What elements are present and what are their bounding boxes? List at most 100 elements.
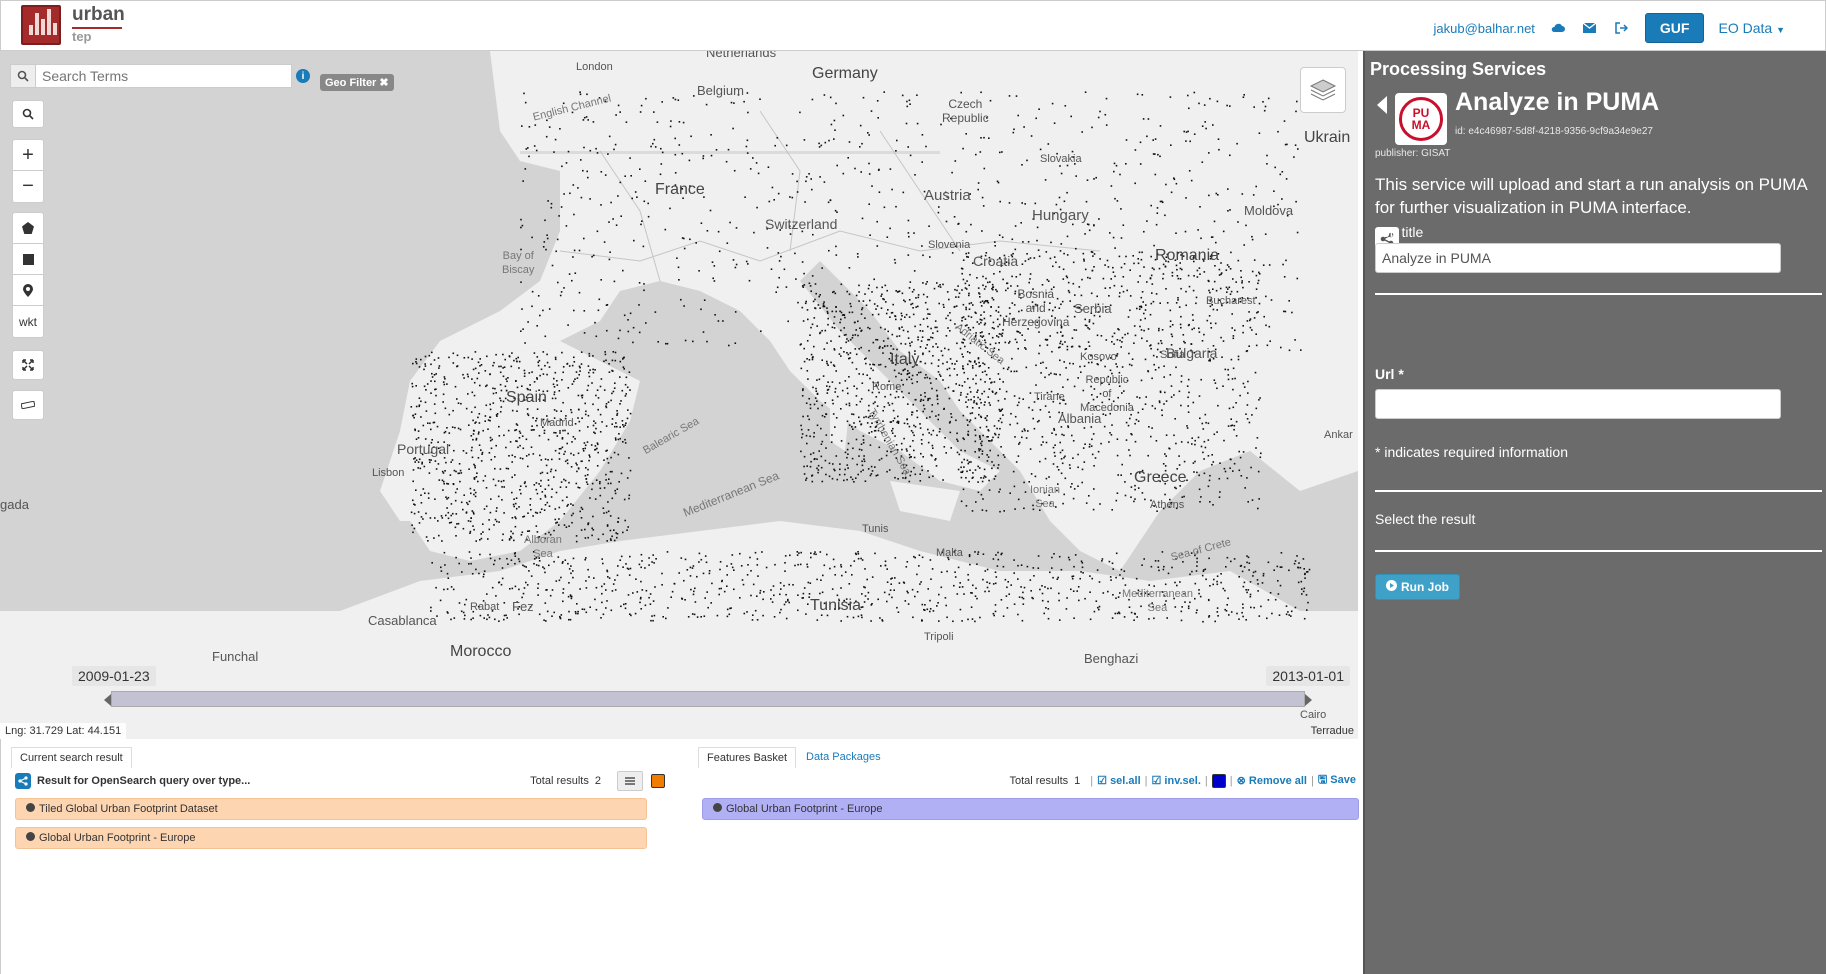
zoom-in-button[interactable]: +: [13, 140, 43, 171]
zoom-out-button[interactable]: −: [13, 171, 43, 202]
draw-control: wkt: [12, 212, 44, 338]
invert-selection-link[interactable]: ☑ inv.sel.: [1152, 774, 1201, 787]
guf-button[interactable]: GUF: [1644, 13, 1705, 43]
map-label-benghazi: Benghazi: [1084, 651, 1139, 666]
blue-color-swatch[interactable]: [1211, 773, 1226, 788]
list-item[interactable]: Tiled Global Urban Footprint Dataset: [15, 798, 647, 820]
close-icon[interactable]: ✖: [379, 77, 388, 89]
user-email-link[interactable]: jakub@balhar.net: [1434, 21, 1535, 36]
invert-selection-label: inv.sel.: [1164, 775, 1201, 787]
top-header: urban tep jakub@balhar.net GUF EO Data ▼: [0, 0, 1826, 51]
map-label-mediterranean-sea-2: Mediterranean Sea: [1122, 588, 1193, 614]
timeline-start-handle[interactable]: [104, 694, 111, 706]
basket-total-label: Total results: [1009, 774, 1069, 787]
results-header: Result for OpenSearch query over type...…: [15, 771, 665, 791]
polygon-icon[interactable]: [13, 213, 43, 244]
info-icon[interactable]: i: [296, 69, 310, 83]
map-label-lisbon: Lisbon: [372, 467, 405, 479]
map-basemap: [0, 51, 1358, 739]
map-label-rabat: Rabat: [470, 601, 500, 613]
map-label-bosnia: Bosnia and Herzegovina: [1002, 287, 1070, 329]
search-input[interactable]: [36, 64, 292, 88]
envelope-icon[interactable]: [1581, 19, 1599, 37]
map-label-slovenia: Slovenia: [928, 239, 971, 251]
back-arrow-icon[interactable]: [1377, 96, 1387, 119]
timeline-start-date: 2009-01-23: [72, 666, 156, 686]
tab-current-search-result[interactable]: Current search result: [11, 747, 132, 768]
measure-control: [12, 390, 44, 420]
job-title-input[interactable]: Analyze in PUMA: [1375, 243, 1781, 273]
cloud-icon[interactable]: [1549, 19, 1567, 37]
map-attribution: Terradue: [1310, 725, 1354, 737]
map-label-belgium: Belgium: [697, 83, 744, 98]
puma-logo-text-2: MA: [1411, 118, 1431, 132]
geo-filter-tag[interactable]: Geo Filter ✖: [320, 74, 394, 91]
map-label-ukraine: Ukrain: [1304, 129, 1351, 146]
search-icon[interactable]: [13, 101, 43, 127]
share-icon[interactable]: [15, 773, 31, 789]
select-all-link[interactable]: ☑ sel.all: [1097, 774, 1141, 787]
map-label-czech: Czech Republic: [942, 97, 989, 125]
fullscreen-control: [12, 350, 44, 380]
map-label-switzerland: Switzerland: [765, 216, 838, 232]
run-job-label: Run Job: [1401, 580, 1449, 594]
layers-icon[interactable]: [1300, 67, 1346, 113]
map-label-gada: gada: [0, 497, 29, 512]
marker-icon[interactable]: [13, 275, 43, 306]
geo-filter-label: Geo Filter: [325, 77, 377, 89]
required-note: * indicates required information: [1375, 444, 1568, 460]
select-all-label: sel.all: [1110, 775, 1141, 787]
map-label-malta: Malta: [936, 547, 963, 559]
timeline-range-bar[interactable]: [111, 691, 1305, 707]
map-label-italy: Italy: [890, 351, 920, 368]
map-label-fez: Fez: [512, 599, 534, 614]
expand-icon[interactable]: [13, 351, 43, 379]
logo-line2: tep: [72, 27, 122, 44]
sign-out-icon[interactable]: [1613, 19, 1631, 37]
save-label: Save: [1330, 774, 1356, 786]
tab-data-packages[interactable]: Data Packages: [798, 747, 889, 767]
timeline: 2009-01-23 2013-01-01: [0, 666, 1358, 739]
save-link[interactable]: 🖫 Save: [1318, 771, 1356, 790]
map-label-alboran-sea: Alboran Sea: [524, 534, 562, 560]
wkt-button[interactable]: wkt: [13, 306, 43, 337]
map-label-ionian-sea: Ionian Sea: [1030, 484, 1060, 510]
list-icon[interactable]: [617, 771, 643, 791]
map-view[interactable]: Netherlands London Germany Belgium Engli…: [0, 51, 1358, 739]
ruler-icon[interactable]: [13, 391, 43, 419]
list-item-label: Tiled Global Urban Footprint Dataset: [39, 803, 218, 815]
list-item-label: Global Urban Footprint - Europe: [39, 832, 196, 844]
eo-data-dropdown[interactable]: EO Data ▼: [1718, 20, 1785, 36]
search-icon[interactable]: [10, 64, 36, 88]
map-label-athens: Athens: [1150, 499, 1185, 511]
url-input[interactable]: [1375, 389, 1781, 419]
basket-item[interactable]: Global Urban Footprint - Europe: [702, 798, 1359, 820]
eo-data-label: EO Data: [1718, 20, 1773, 36]
rectangle-icon[interactable]: [13, 244, 43, 275]
list-item[interactable]: Global Urban Footprint - Europe: [15, 827, 647, 849]
header-toolbar: jakub@balhar.net GUF EO Data ▼: [1434, 13, 1785, 43]
map-label-netherlands: Netherlands: [706, 51, 777, 60]
logo-line1: urban: [72, 4, 125, 25]
coordinate-readout: Lng: 31.729 Lat: 44.151: [0, 723, 127, 739]
url-label: Url *: [1375, 366, 1404, 382]
remove-all-label: Remove all: [1248, 775, 1307, 787]
results-query-label: Result for OpenSearch query over type...: [37, 775, 251, 787]
service-id: id: e4c46987-5d8f-4218-9356-9cf9a34e9e27: [1455, 126, 1653, 137]
map-label-macedonia: Republic of Macedonia: [1080, 374, 1134, 414]
orange-color-swatch[interactable]: [651, 774, 665, 788]
zoom-control: + −: [12, 139, 44, 203]
run-job-button[interactable]: Run Job: [1375, 574, 1460, 600]
urban-tep-logo[interactable]: [21, 5, 61, 45]
caret-down-icon: ▼: [1776, 25, 1785, 35]
tab-features-basket[interactable]: Features Basket: [698, 747, 797, 768]
basket-item-label: Global Urban Footprint - Europe: [726, 803, 883, 815]
processing-services-panel: Processing Services PU MA Analyze in PUM…: [1363, 51, 1826, 974]
timeline-end-handle[interactable]: [1305, 694, 1312, 706]
timeline-end-date: 2013-01-01: [1266, 666, 1350, 686]
map-label-croatia: Croatia: [973, 253, 1019, 269]
globe-icon: [713, 803, 722, 815]
map-label-moldova: Moldova: [1244, 203, 1294, 218]
map-label-france: France: [655, 181, 705, 198]
remove-all-link[interactable]: ⊗ Remove all: [1237, 774, 1307, 787]
